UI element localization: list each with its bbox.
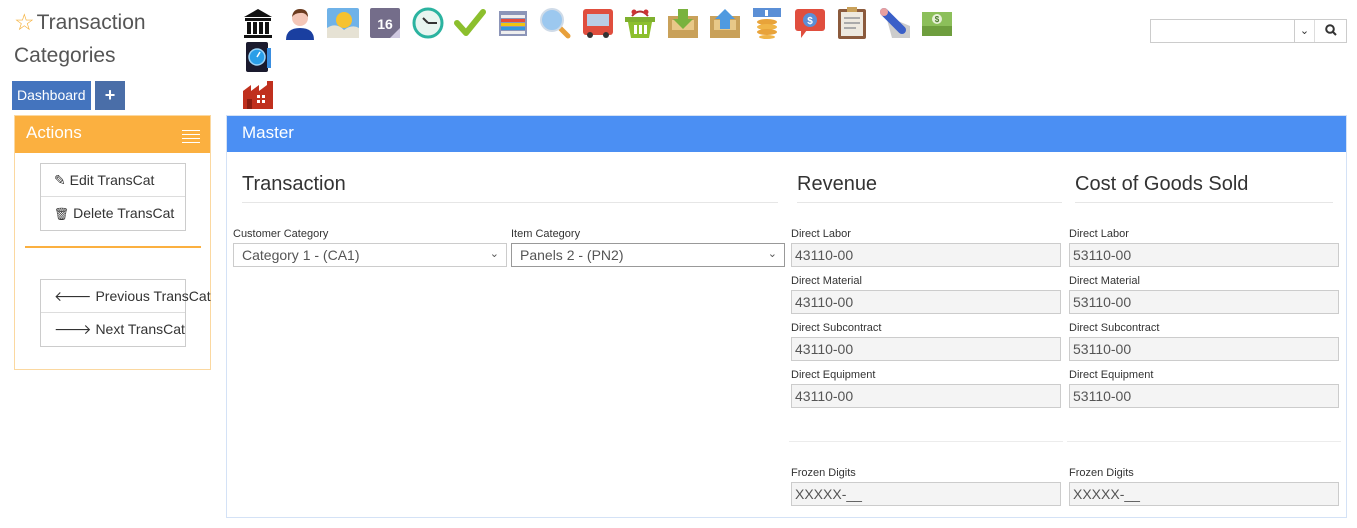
next-transcat-button[interactable]: 🡒 Next TransCat bbox=[41, 313, 185, 346]
pencil-icon: ✎ bbox=[54, 172, 66, 188]
revenue-frozen-digits-field[interactable]: XXXXX-__ bbox=[791, 482, 1061, 506]
dashboard-app-icon[interactable] bbox=[241, 40, 275, 74]
bus-icon[interactable] bbox=[581, 6, 615, 40]
money-icon[interactable]: $ bbox=[920, 6, 954, 40]
search-dropdown-toggle[interactable]: ⌄ bbox=[1294, 20, 1314, 42]
action-label: Next TransCat bbox=[95, 321, 185, 337]
master-header: Master bbox=[227, 116, 1346, 152]
edit-actions-group: ✎ Edit TransCat 🗑 Delete TransCat bbox=[40, 163, 186, 231]
search-icon bbox=[1325, 24, 1337, 36]
cogs-direct-labor-label: Direct Labor bbox=[1069, 228, 1129, 240]
svg-text:$: $ bbox=[807, 16, 813, 27]
bank-icon[interactable] bbox=[241, 6, 275, 40]
action-label: Edit TransCat bbox=[69, 172, 155, 188]
clipboard-icon[interactable] bbox=[835, 6, 869, 40]
search-button[interactable] bbox=[1314, 20, 1347, 42]
actions-panel: Actions ✎ Edit TransCat 🗑 Delete TransCa… bbox=[14, 115, 211, 370]
actions-divider bbox=[25, 246, 201, 248]
cogs-direct-material-label: Direct Material bbox=[1069, 275, 1140, 287]
calendar-icon[interactable]: 16 bbox=[368, 6, 402, 40]
spreadsheet-icon[interactable] bbox=[496, 6, 530, 40]
pencil-icon[interactable] bbox=[878, 6, 912, 40]
cogs-direct-subcontract-field[interactable]: 53110-00 bbox=[1069, 337, 1339, 361]
star-outline-icon[interactable]: ☆ bbox=[14, 9, 35, 35]
cogs-section-title: Cost of Goods Sold bbox=[1075, 173, 1333, 203]
cogs-frozen-digits-field[interactable]: XXXXX-__ bbox=[1069, 482, 1339, 506]
revenue-direct-equipment-label: Direct Equipment bbox=[791, 369, 876, 381]
menu-icon[interactable] bbox=[182, 130, 200, 146]
chevron-down-icon: ⌄ bbox=[1299, 25, 1310, 37]
customer-category-value: Category 1 - (CA1) bbox=[242, 247, 360, 263]
transaction-section-title: Transaction bbox=[242, 173, 778, 203]
revenue-direct-subcontract-label: Direct Subcontract bbox=[791, 322, 882, 334]
svg-text:$: $ bbox=[935, 15, 940, 24]
arrow-right-icon: 🡒 bbox=[54, 321, 92, 337]
actions-header: Actions bbox=[15, 116, 210, 153]
chevron-down-icon: ⌄ bbox=[767, 248, 777, 260]
clock-icon[interactable] bbox=[411, 6, 445, 40]
revenue-direct-material-label: Direct Material bbox=[791, 275, 862, 287]
module-toolbar: 16 $ $ bbox=[241, 6, 981, 111]
revenue-direct-subcontract-field[interactable]: 43110-00 bbox=[791, 337, 1061, 361]
cogs-direct-labor-field[interactable]: 53110-00 bbox=[1069, 243, 1339, 267]
coins-icon[interactable] bbox=[750, 6, 784, 40]
user-icon[interactable] bbox=[283, 6, 317, 40]
master-panel: Master Transaction Revenue Cost of Goods… bbox=[226, 115, 1347, 518]
cogs-frozen-digits-label: Frozen Digits bbox=[1069, 467, 1134, 479]
actions-title: Actions bbox=[26, 123, 82, 142]
cogs-direct-equipment-label: Direct Equipment bbox=[1069, 369, 1154, 381]
revenue-section-title: Revenue bbox=[797, 173, 1062, 203]
factory-icon[interactable] bbox=[241, 77, 275, 111]
dashboard-button[interactable]: Dashboard bbox=[12, 81, 91, 110]
global-search: ⌄ bbox=[1150, 19, 1347, 43]
action-label: Delete TransCat bbox=[73, 205, 175, 221]
search-input[interactable] bbox=[1151, 20, 1294, 42]
action-label: Previous TransCat bbox=[95, 288, 211, 304]
calendar-day: 16 bbox=[378, 16, 394, 32]
revenue-direct-equipment-field[interactable]: 43110-00 bbox=[791, 384, 1061, 408]
checkmark-icon[interactable] bbox=[453, 6, 487, 40]
previous-transcat-button[interactable]: 🡐 Previous TransCat bbox=[41, 280, 211, 313]
delete-transcat-button[interactable]: 🗑 Delete TransCat bbox=[41, 197, 185, 230]
cogs-direct-material-field[interactable]: 53110-00 bbox=[1069, 290, 1339, 314]
arrow-left-icon: 🡐 bbox=[54, 288, 92, 304]
customer-category-select[interactable]: Category 1 - (CA1) ⌄ bbox=[233, 243, 507, 267]
chevron-down-icon: ⌄ bbox=[489, 248, 499, 260]
weather-icon[interactable] bbox=[326, 6, 360, 40]
inbox-download-icon[interactable] bbox=[666, 6, 700, 40]
revenue-direct-material-field[interactable]: 43110-00 bbox=[791, 290, 1061, 314]
cogs-direct-equipment-field[interactable]: 53110-00 bbox=[1069, 384, 1339, 408]
cogs-divider bbox=[1067, 441, 1341, 442]
add-button[interactable]: + bbox=[95, 81, 125, 110]
magnifier-icon[interactable] bbox=[538, 6, 572, 40]
item-category-value: Panels 2 - (PN2) bbox=[520, 247, 624, 263]
dollar-chat-icon[interactable]: $ bbox=[793, 6, 827, 40]
navigation-actions-group: 🡐 Previous TransCat 🡒 Next TransCat bbox=[40, 279, 211, 347]
item-category-label: Item Category bbox=[511, 228, 581, 240]
revenue-direct-labor-field[interactable]: 43110-00 bbox=[791, 243, 1061, 267]
edit-transcat-button[interactable]: ✎ Edit TransCat bbox=[41, 164, 185, 197]
cogs-direct-subcontract-label: Direct Subcontract bbox=[1069, 322, 1160, 334]
item-category-select[interactable]: Panels 2 - (PN2) ⌄ bbox=[511, 243, 785, 267]
revenue-direct-labor-label: Direct Labor bbox=[791, 228, 851, 240]
revenue-divider bbox=[789, 441, 1063, 442]
customer-category-label: Customer Category bbox=[233, 228, 329, 240]
basket-icon[interactable] bbox=[623, 6, 657, 40]
page-title: ☆Transaction Categories bbox=[14, 6, 214, 72]
inbox-upload-icon[interactable] bbox=[708, 6, 742, 40]
trash-icon: 🗑 bbox=[54, 207, 70, 221]
revenue-frozen-digits-label: Frozen Digits bbox=[791, 467, 856, 479]
